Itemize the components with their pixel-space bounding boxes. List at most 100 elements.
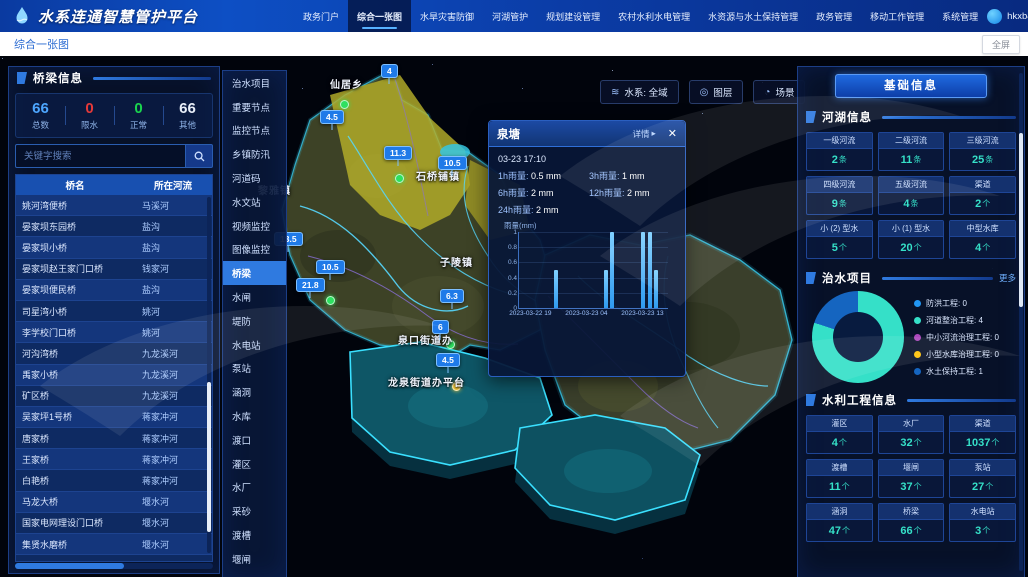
layer-item[interactable]: 水文站 — [223, 190, 286, 214]
stat-cell[interactable]: 三级河流25条 — [949, 132, 1016, 171]
table-row[interactable]: 堰塘5号坝便桥堰水河 — [16, 555, 212, 562]
stat-cell[interactable]: 二级河流11条 — [878, 132, 945, 171]
layer-item[interactable]: 泵站 — [223, 357, 286, 381]
layer-item[interactable]: 堤防 — [223, 309, 286, 333]
table-row[interactable]: 国家电网理设门口桥堰水河 — [16, 513, 212, 534]
table-row[interactable]: 晏家坝便民桥盐沟 — [16, 280, 212, 301]
nav-item-mobile-work[interactable]: 移动工作管理 — [861, 0, 933, 32]
nav-item-river-lake[interactable]: 河湖管护 — [483, 0, 537, 32]
stat-cell[interactable]: 渠道2个 — [949, 176, 1016, 215]
layer-item-bridges-active[interactable]: 桥梁 — [223, 261, 286, 285]
user-menu[interactable]: hkxb42080201 ▼ — [987, 9, 1028, 24]
layer-item[interactable]: 渡槽 — [223, 523, 286, 547]
map-value-badge[interactable]: 11.3 — [384, 146, 412, 160]
stat-cell[interactable]: 堰闸37个 — [878, 459, 945, 498]
map-value-badge[interactable]: 21.8 — [296, 278, 325, 292]
stat-cell[interactable]: 水厂32个 — [878, 415, 945, 454]
table-horizontal-scrollbar[interactable] — [15, 563, 213, 569]
stat-cell[interactable]: 五级河流4条 — [878, 176, 945, 215]
layer-item[interactable]: 堰闸 — [223, 547, 286, 571]
legend-item[interactable]: 防洪工程: 0 — [914, 298, 999, 309]
layer-item[interactable]: 水电站 — [223, 333, 286, 357]
map-value-badge[interactable]: 6.3 — [440, 289, 464, 303]
table-row[interactable]: 晏家坝小桥盐沟 — [16, 237, 212, 258]
close-icon[interactable]: ✕ — [668, 127, 677, 140]
stat-cell[interactable]: 四级河流9条 — [806, 176, 873, 215]
rain-bar — [654, 270, 658, 308]
table-row[interactable]: 晏家坝东园桥盐沟 — [16, 216, 212, 237]
nav-item-planning[interactable]: 规划建设管理 — [537, 0, 609, 32]
layers-button[interactable]: ◎ 图层 — [689, 80, 744, 104]
table-row[interactable]: 吴家坪1号桥蒋家冲河 — [16, 407, 212, 428]
stat-cell[interactable]: 小 (2) 型水5个 — [806, 220, 873, 259]
layer-item[interactable]: 水闸 — [223, 285, 286, 309]
fullscreen-button[interactable]: 全屏 — [982, 35, 1020, 54]
stat-cell[interactable]: 泵站27个 — [949, 459, 1016, 498]
nav-item-water-resource[interactable]: 水资源与水土保持管理 — [699, 0, 807, 32]
layer-item[interactable]: 视频监控 — [223, 214, 286, 238]
nav-item-portal[interactable]: 政务门户 — [294, 0, 348, 32]
table-vertical-scrollbar[interactable] — [207, 197, 211, 553]
layer-item[interactable]: 渡口 — [223, 428, 286, 452]
basic-info-button[interactable]: 基础信息 — [835, 74, 987, 98]
nav-item-flood-defense[interactable]: 水旱灾害防御 — [411, 0, 483, 32]
stat-cell[interactable]: 中型水库4个 — [949, 220, 1016, 259]
layer-item[interactable]: 河道码 — [223, 166, 286, 190]
layer-item[interactable]: 乡镇防汛 — [223, 142, 286, 166]
search-button[interactable] — [186, 144, 213, 168]
legend-item[interactable]: 河道整治工程: 4 — [914, 315, 999, 326]
panel-scrollbar[interactable] — [1019, 73, 1023, 571]
table-row[interactable]: 禹家小桥九龙溪河 — [16, 365, 212, 386]
table-row[interactable]: 河沟湾桥九龙溪河 — [16, 343, 212, 364]
layer-item[interactable]: 水厂 — [223, 476, 286, 500]
stat-cell[interactable]: 水电站3个 — [949, 503, 1016, 542]
water-system-scope-button[interactable]: ≋ 水系: 全域 — [600, 80, 679, 104]
stat-cell[interactable]: 小 (1) 型水20个 — [878, 220, 945, 259]
layer-item[interactable]: 灌区 — [223, 452, 286, 476]
layer-item[interactable]: 图像监控 — [223, 238, 286, 262]
table-row[interactable]: 马龙大桥堰水河 — [16, 492, 212, 513]
layer-item[interactable]: 监控节点 — [223, 119, 286, 143]
map-pin-icon[interactable] — [395, 174, 404, 183]
table-row[interactable]: 李学校门口桥姚河 — [16, 322, 212, 343]
layer-item[interactable]: 治水项目 — [223, 71, 286, 95]
map-value-badge[interactable]: 6 — [432, 320, 449, 334]
layer-item[interactable]: 采砂 — [223, 499, 286, 523]
table-row[interactable]: 唐家桥蒋家冲河 — [16, 428, 212, 449]
popup-timestamp: 03-23 17:10 — [498, 154, 676, 164]
stat-cell[interactable]: 桥梁66个 — [878, 503, 945, 542]
nav-item-gov-admin[interactable]: 政务管理 — [807, 0, 861, 32]
stat-cell[interactable]: 一级河流2条 — [806, 132, 873, 171]
map-value-badge[interactable]: 4.5 — [320, 110, 344, 124]
breadcrumb[interactable]: 综合一张图 — [0, 36, 69, 52]
more-link[interactable]: 更多 — [999, 272, 1016, 284]
layer-item[interactable]: 水库 — [223, 404, 286, 428]
stat-cell[interactable]: 涵洞47个 — [806, 503, 873, 542]
legend-item[interactable]: 小型水库治理工程: 0 — [914, 349, 999, 360]
popup-detail-link[interactable]: 详情▸ — [632, 128, 655, 140]
table-row[interactable]: 矿区桥九龙溪河 — [16, 386, 212, 407]
stat-cell[interactable]: 渠道1037个 — [949, 415, 1016, 454]
map-pin-icon[interactable] — [326, 296, 335, 305]
legend-item[interactable]: 中小河流治理工程: 0 — [914, 332, 999, 343]
table-row[interactable]: 集贤水磨桥堰水河 — [16, 534, 212, 555]
nav-item-rural-water[interactable]: 农村水利水电管理 — [609, 0, 699, 32]
search-input[interactable] — [15, 144, 186, 168]
table-row[interactable]: 姚河湾便桥马溪河 — [16, 195, 212, 216]
stat-cell[interactable]: 渡槽11个 — [806, 459, 873, 498]
table-row[interactable]: 王家桥蒋家冲河 — [16, 449, 212, 470]
stat-cell[interactable]: 灌区4个 — [806, 415, 873, 454]
layer-item[interactable]: 涵洞 — [223, 380, 286, 404]
table-row[interactable]: 晏家坝赵王家门口桥钱家河 — [16, 259, 212, 280]
map-pin-icon[interactable] — [340, 100, 349, 109]
map-value-badge[interactable]: 4.5 — [436, 353, 460, 367]
nav-item-system[interactable]: 系统管理 — [933, 0, 987, 32]
table-row[interactable]: 司星湾小桥姚河 — [16, 301, 212, 322]
legend-item[interactable]: 水土保持工程: 1 — [914, 366, 999, 377]
layer-item[interactable]: 重要节点 — [223, 95, 286, 119]
nav-item-one-map[interactable]: 综合一张图 — [348, 0, 411, 32]
map-value-badge[interactable]: 4 — [381, 64, 398, 78]
map-value-badge[interactable]: 10.5 — [316, 260, 345, 274]
map-value-badge[interactable]: 10.5 — [438, 156, 467, 170]
table-row[interactable]: 白艳桥蒋家冲河 — [16, 470, 212, 491]
